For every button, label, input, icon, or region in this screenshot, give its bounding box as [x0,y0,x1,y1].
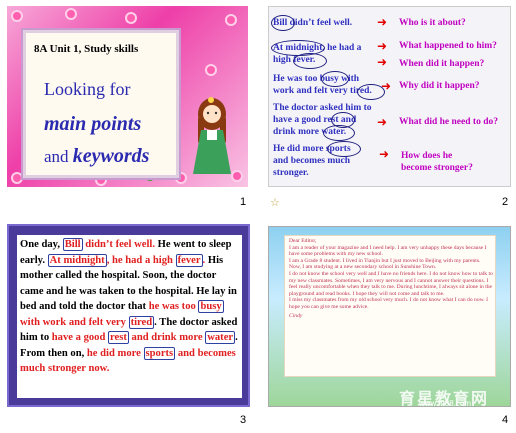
girl-illustration [193,97,231,174]
flower-decoration [13,12,21,20]
flower-decoration [207,66,215,74]
watermark-url: www.ht88.com [419,399,472,407]
title-card: 8A Unit 1, Study skills Looking for main… [23,30,179,178]
keyword-circle [323,125,355,141]
story-text: One day, Bill didn’t feel well. He went … [20,238,238,374]
letter-paragraph: I am a reader of your magazine and I nee… [289,244,487,258]
heading-line-2: main points [44,113,142,135]
arrow-icon: ➜ [377,115,388,129]
sentence-5b: and becomes much [273,156,351,166]
keyword-circle [327,141,361,157]
slide-3[interactable]: One day, Bill didn’t feel well. He went … [7,224,250,407]
sentence-5c: stronger. [273,168,309,178]
slide-title: 8A Unit 1, Study skills [34,43,139,55]
arrow-icon: ➜ [381,79,392,93]
letter-signature: Cindy [289,312,303,319]
slide-1[interactable]: 8A Unit 1, Study skills Looking for main… [7,6,248,187]
slide-2[interactable]: Bill didn’t feel well. ➜ Who is it about… [268,6,511,187]
heading-line-3: and keywords [44,145,150,167]
sentence-4a: The doctor asked him to [273,103,372,113]
question-3: Why did it happen? [399,81,480,91]
page-number: 4 [502,414,509,426]
star-icon: ☆ [270,197,280,209]
question-5b: become stronger? [401,163,473,173]
flower-decoration [13,174,21,182]
letter-paragraph: I do not know the school very well and I… [289,270,493,297]
arrow-icon: ➜ [377,39,388,53]
letter-greeting: Dear Editor, [289,238,317,244]
page-number: 3 [240,414,247,426]
page-number: 2 [502,196,509,208]
keyword-circle [321,71,349,87]
flower-decoration [67,10,75,18]
arrow-icon: ➜ [377,55,388,69]
question-2b: When did it happen? [399,59,485,69]
keyword-circle [293,53,327,69]
letter-paragraph: I miss my classmates from my old school … [289,297,488,310]
question-2: What happened to him? [399,41,497,51]
page-number: 1 [240,196,247,208]
question-5: How does he [401,151,453,161]
leaf-decoration [147,178,153,181]
slide-4[interactable]: Dear Editor, I am a reader of your magaz… [268,226,511,407]
keyword-circle [271,15,295,31]
letter-paragraph: I am a Grade 8 student. I lived in Tianj… [289,257,481,271]
letter-text: Dear Editor, I am a reader of your magaz… [289,238,493,319]
story-panel: One day, Bill didn’t feel well. He went … [17,235,242,398]
question-1: Who is it about? [399,18,466,28]
letter-paper: Dear Editor, I am a reader of your magaz… [285,236,495,376]
arrow-icon: ➜ [377,15,388,29]
flower-decoration [127,14,135,22]
question-4: What did he need to do? [399,117,498,127]
flower-decoration [227,16,235,24]
arrow-icon: ➜ [379,147,390,161]
heading-line-1: Looking for [44,79,131,99]
